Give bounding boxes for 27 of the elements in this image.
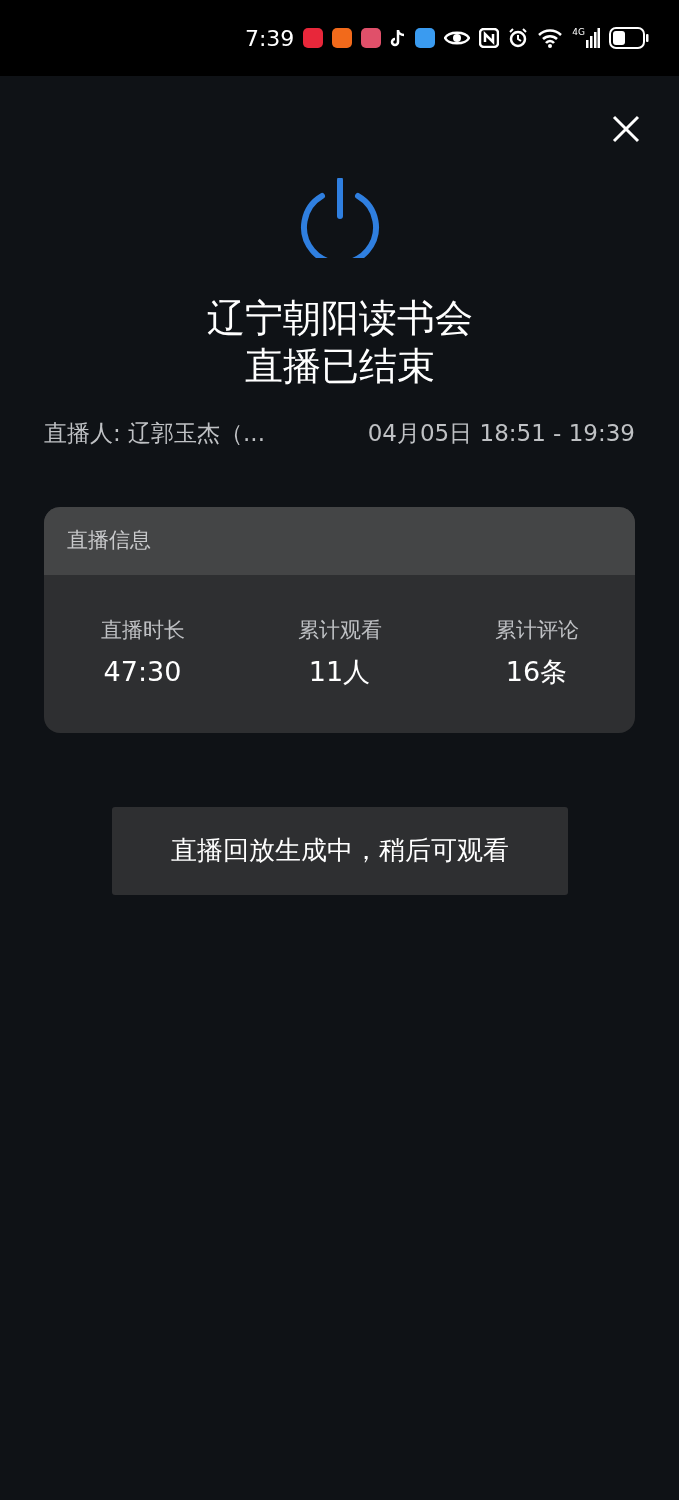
stat-value: 47:30 [103, 655, 182, 689]
stat-value: 16条 [505, 655, 568, 689]
page-subtitle: 直播已结束 [244, 343, 435, 390]
network-label: 4G [572, 28, 585, 37]
host-name: 直播人: 辽郭玉杰（... [44, 419, 265, 448]
page-title: 辽宁朝阳读书会 [206, 295, 473, 342]
clock: 7:39 [244, 24, 295, 53]
note-icon [390, 28, 407, 48]
close-button[interactable] [611, 114, 641, 144]
wifi-icon [537, 28, 564, 48]
card-title: 直播信息 [67, 526, 151, 554]
stat-label: 累计观看 [297, 616, 382, 644]
stat-label: 直播时长 [100, 616, 185, 644]
app-icon [361, 28, 382, 48]
power-icon [299, 178, 380, 258]
battery-icon [609, 27, 649, 49]
eye-icon [444, 29, 471, 47]
signal-icon [586, 28, 600, 48]
app-icon [415, 28, 436, 48]
stat-label: 累计评论 [494, 616, 579, 644]
app-icon [332, 28, 353, 48]
nfc-icon [479, 28, 500, 48]
time-range: 04月05日 18:51 - 19:39 [367, 419, 635, 448]
stat-value: 11人 [308, 655, 371, 689]
replay-notice: 直播回放生成中，稍后可观看 [111, 806, 568, 895]
alarm-icon [508, 28, 529, 48]
app-icon [303, 28, 324, 48]
